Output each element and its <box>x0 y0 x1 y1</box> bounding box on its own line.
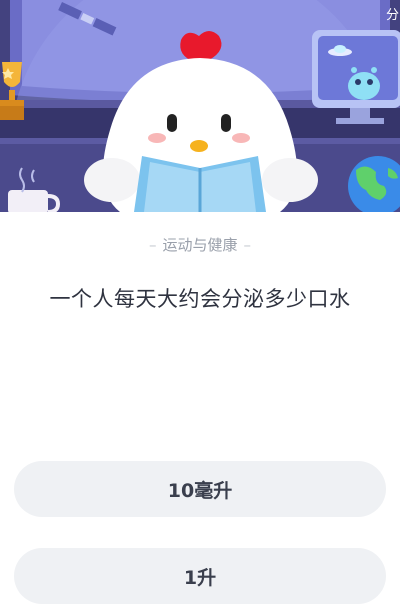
question-category: – 运动与健康 – <box>0 234 400 255</box>
hero-banner: 分享 <box>0 0 400 212</box>
answer-option-1[interactable]: 10毫升 <box>14 461 386 517</box>
category-dash-right: – <box>243 236 252 254</box>
answer-option-2[interactable]: 1升 <box>14 548 386 604</box>
answer-option-1-label: 10毫升 <box>167 479 233 502</box>
hero-illustration <box>0 0 400 212</box>
category-label: 运动与健康 <box>162 236 238 254</box>
category-dash-left: – <box>148 236 157 254</box>
share-hint[interactable]: 分享 <box>386 4 400 23</box>
question-text: 一个人每天大约会分泌多少口水 <box>49 287 351 311</box>
answer-option-2-label: 1升 <box>183 566 217 589</box>
